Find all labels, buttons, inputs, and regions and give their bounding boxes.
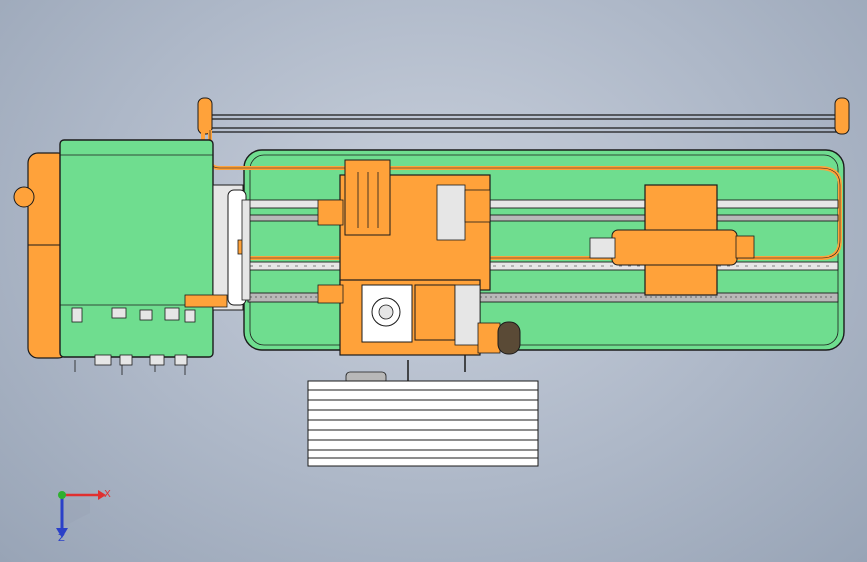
gearbox-base bbox=[184, 294, 228, 308]
y-axis-dot bbox=[58, 491, 66, 499]
headstock bbox=[59, 139, 214, 358]
spindle-nose bbox=[241, 199, 251, 301]
z-axis-label: Z bbox=[58, 533, 65, 544]
drive-motor bbox=[497, 321, 521, 355]
tailstock-quill bbox=[589, 237, 616, 259]
guard-rails bbox=[205, 114, 840, 133]
tailstock-handwheel bbox=[735, 235, 755, 259]
cross-slide-end bbox=[464, 189, 491, 223]
x-axis-label: X bbox=[104, 489, 111, 500]
lathe-model[interactable] bbox=[0, 0, 867, 562]
headstock-boss bbox=[13, 186, 35, 208]
turret-clamp bbox=[317, 284, 344, 304]
turret-hub bbox=[378, 304, 394, 320]
cross-slide-motor bbox=[317, 199, 344, 226]
drive-gearbox bbox=[477, 322, 501, 354]
cross-slide-cover bbox=[436, 184, 466, 241]
turret-side bbox=[454, 284, 481, 346]
tailstock-quill-housing bbox=[611, 229, 738, 266]
saddle-cover bbox=[344, 159, 391, 236]
triad-shadow bbox=[62, 500, 90, 528]
chip-tray bbox=[307, 380, 539, 467]
cad-viewport[interactable]: X Z bbox=[0, 0, 867, 562]
turret-head bbox=[414, 284, 456, 341]
coordinate-triad[interactable]: X Z bbox=[40, 478, 120, 548]
